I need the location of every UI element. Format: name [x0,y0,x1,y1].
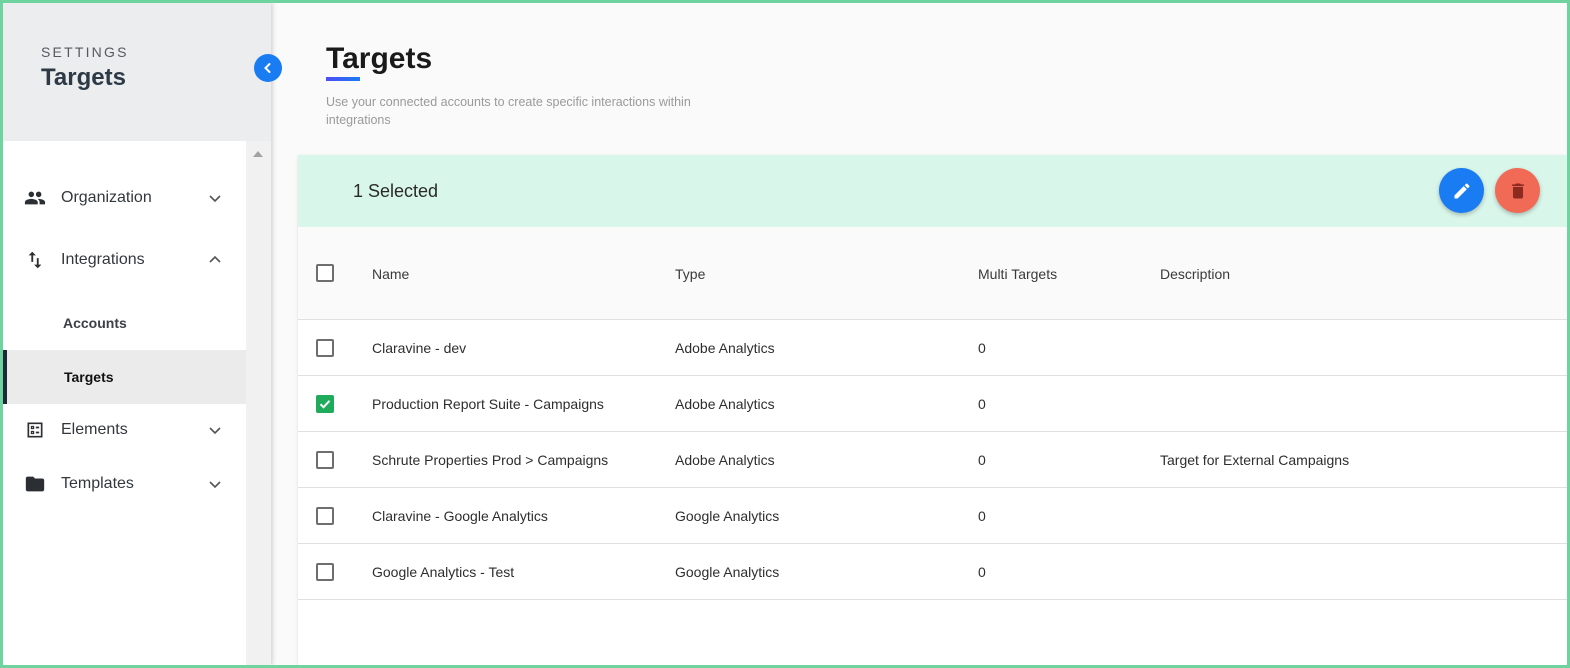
chevron-down-icon [207,476,223,492]
table-row[interactable]: Google Analytics - Test Google Analytics… [298,544,1570,600]
cell-name: Production Report Suite - Campaigns [372,396,604,412]
checkmark-icon [319,400,331,409]
cell-multi-targets: 0 [978,340,986,356]
sidebar-item-organization[interactable]: Organization [3,171,246,225]
table-row[interactable]: Schrute Properties Prod > Campaigns Adob… [298,432,1570,488]
list-box-icon [23,418,47,442]
select-all-checkbox[interactable] [316,264,334,282]
column-header-name[interactable]: Name [372,266,409,282]
cell-name: Schrute Properties Prod > Campaigns [372,452,609,468]
cell-description: Target for External Campaigns [1160,452,1350,468]
scroll-up-arrow-icon[interactable] [253,151,263,157]
sidebar-subitem-label: Accounts [63,315,127,331]
sidebar-subitem-label: Targets [64,369,114,385]
cell-multi-targets: 0 [978,396,986,412]
sidebar-item-label: Templates [61,475,134,492]
cell-name: Google Analytics - Test [372,564,515,580]
cell-type: Google Analytics [675,508,780,524]
cell-type: Adobe Analytics [675,396,775,412]
table-row[interactable]: Production Report Suite - Campaigns Adob… [298,376,1570,432]
cell-type: Adobe Analytics [675,340,775,356]
sidebar-subitem-accounts[interactable]: Accounts [3,296,246,350]
table-row[interactable]: Claravine - Google Analytics Google Anal… [298,488,1570,544]
chevron-up-icon [207,252,223,268]
cell-name: Claravine - Google Analytics [372,508,548,524]
cell-type: Google Analytics [675,564,780,580]
sidebar-subitem-targets[interactable]: Targets [3,350,246,404]
cell-multi-targets: 0 [978,564,986,580]
sidebar-item-elements[interactable]: Elements [3,403,246,457]
chevron-down-icon [207,190,223,206]
trash-icon [1511,183,1524,198]
table-header: Name Type Multi Targets Description [298,227,1570,320]
pencil-icon [1454,182,1470,198]
column-header-description[interactable]: Description [1160,266,1230,282]
selection-toolbar: 1 Selected [298,155,1570,227]
cell-type: Adobe Analytics [675,452,775,468]
row-checkbox[interactable] [316,451,334,469]
people-icon [23,186,47,210]
page-title: Targets [326,42,433,75]
row-checkbox[interactable] [316,339,334,357]
row-checkbox-checked[interactable] [316,395,334,413]
cell-multi-targets: 0 [978,452,986,468]
selected-count: 1 Selected [353,181,439,201]
sidebar-item-integrations[interactable]: Integrations [3,233,246,287]
sidebar-item-label: Integrations [61,251,145,268]
sidebar-item-templates[interactable]: Templates [3,457,246,511]
title-underline [326,77,360,81]
cell-multi-targets: 0 [978,508,986,524]
collapse-sidebar-button[interactable] [254,54,282,82]
column-header-type[interactable]: Type [675,266,705,282]
targets-table-card: 1 Selected Name Type Multi Targets Descr… [298,155,1570,665]
sidebar-scrollbar[interactable] [246,141,271,665]
settings-label: SETTINGS [41,44,129,60]
page-subtitle: Use your connected accounts to create sp… [326,95,691,127]
cell-name: Claravine - dev [372,340,467,356]
column-header-multi-targets[interactable]: Multi Targets [978,266,1057,282]
swap-vertical-icon [23,248,47,272]
delete-button[interactable] [1495,168,1540,213]
folder-icon [23,472,47,496]
chevron-left-icon [264,63,271,73]
table-row[interactable]: Claravine - dev Adobe Analytics 0 [298,320,1570,376]
row-checkbox[interactable] [316,507,334,525]
row-checkbox[interactable] [316,563,334,581]
edit-button[interactable] [1439,168,1484,213]
sidebar-title: Targets [41,64,126,91]
sidebar-item-label: Elements [61,421,128,438]
sidebar-header: SETTINGS Targets [3,3,271,141]
sidebar: SETTINGS Targets Organization Integratio… [3,3,271,665]
sidebar-item-label: Organization [61,189,152,206]
chevron-down-icon [207,422,223,438]
active-indicator [3,350,7,404]
